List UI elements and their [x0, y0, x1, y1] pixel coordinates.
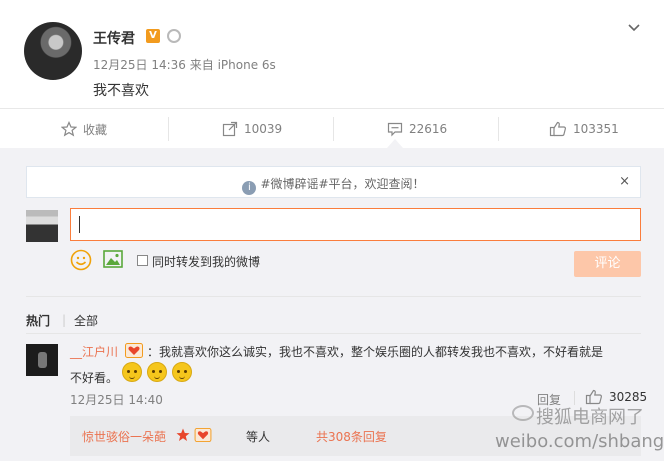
favorite-button[interactable]: 收藏 [61, 109, 107, 149]
medal-icon[interactable] [167, 29, 181, 43]
emoji-icon [147, 362, 167, 382]
watermark-line2: weibo.com/shbang [495, 431, 664, 452]
comment-text-line1: ：我就喜欢你这么诚实，我也不喜欢，整个娱乐圈的人都转发我也不喜欢，不好看就是 [147, 345, 604, 359]
notice-text[interactable]: #微博辟谣#平台，欢迎查阅！ [260, 177, 424, 191]
sub-reply-username[interactable]: 惊世骇俗一朵葩 [82, 428, 166, 445]
post-timestamp[interactable]: 12月25日 14:36 来自 iPhone 6s [93, 56, 276, 73]
emoji-icon [122, 362, 142, 382]
repost-count: 10039 [244, 122, 283, 136]
author-name[interactable]: 王传君 [93, 28, 135, 48]
chevron-down-icon[interactable] [628, 22, 640, 34]
divider [498, 117, 499, 141]
close-icon[interactable]: × [619, 174, 630, 189]
fan-badge-icon[interactable] [125, 343, 143, 358]
my-avatar [26, 210, 58, 242]
repost-icon [222, 121, 238, 137]
commenter-name[interactable]: __江户川 [70, 343, 118, 360]
comment-input[interactable] [70, 208, 641, 241]
fan-badge-icon [194, 428, 212, 442]
repost-checkbox[interactable] [137, 255, 148, 266]
tab-all[interactable]: 全部 [74, 312, 98, 329]
weibo-post: 王传君 V 12月25日 14:36 来自 iPhone 6s 我不喜欢 [0, 0, 664, 108]
comment-icon [387, 122, 403, 137]
sub-reply-suffix: 等人 [246, 430, 271, 444]
info-icon: i [242, 181, 257, 195]
submit-comment-button[interactable]: 评论 [574, 251, 641, 277]
verified-badge-icon[interactable]: V [146, 29, 160, 43]
rumor-notice: i #微博辟谣#平台，欢迎查阅！ × [26, 166, 641, 198]
comment-count: 22616 [409, 122, 448, 136]
comment-panel-caret [387, 139, 403, 148]
sub-reply-count-link[interactable]: 共308条回复 [316, 428, 387, 445]
repost-button[interactable]: 10039 [222, 109, 282, 149]
divider [26, 333, 641, 334]
tab-separator: | [62, 313, 67, 327]
comment-like-count: 30285 [609, 390, 648, 404]
thumbs-up-icon [549, 121, 566, 137]
tab-hot[interactable]: 热门 [26, 312, 50, 329]
like-count: 103351 [573, 122, 619, 136]
post-text: 我不喜欢 [93, 83, 149, 99]
divider [333, 117, 334, 141]
post-action-bar: 收藏 10039 22616 103351 [0, 108, 664, 148]
favorite-label: 收藏 [83, 122, 108, 137]
image-icon[interactable] [103, 250, 123, 268]
divider [26, 296, 641, 297]
like-button[interactable]: 103351 [549, 109, 619, 149]
commenter-avatar[interactable] [26, 344, 58, 376]
text-cursor [79, 216, 80, 233]
divider [168, 117, 169, 141]
author-avatar[interactable] [24, 22, 82, 80]
emoji-icon [172, 362, 192, 382]
comment-timestamp: 12月25日 14:40 [70, 393, 163, 407]
weibo-logo-icon [512, 405, 534, 421]
watermark-line1: 搜狐电商网了 [536, 407, 644, 428]
repost-checkbox-label[interactable]: 同时转发到我的微博 [152, 253, 260, 270]
star-icon [61, 121, 77, 137]
emoji-icon[interactable] [70, 249, 92, 271]
star-icon [176, 428, 190, 441]
comment-text-line2: 不好看。 [70, 371, 119, 385]
